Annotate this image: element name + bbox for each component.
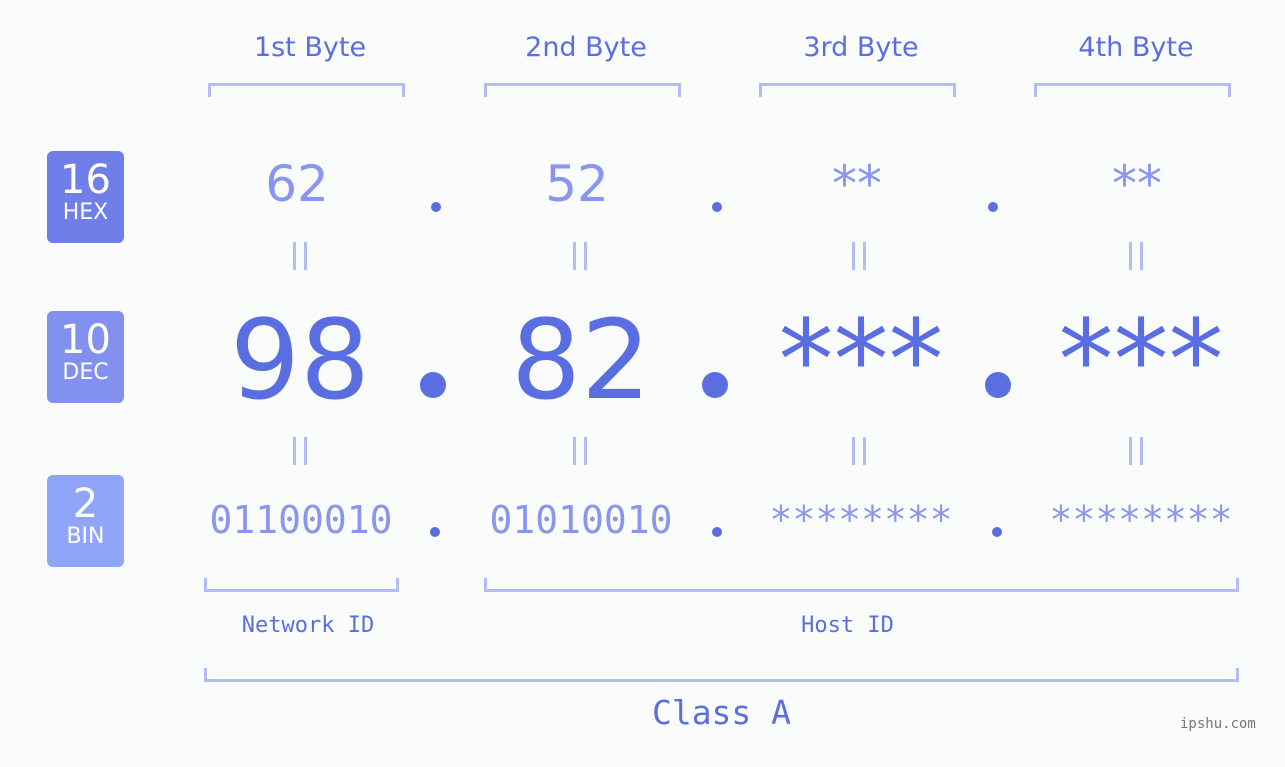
byte-header-2: 2nd Byte (525, 32, 647, 63)
dec-badge: 10 DEC (47, 311, 124, 403)
dec-byte-1: 98 (230, 296, 370, 424)
equals-sign (480, 238, 680, 279)
hex-badge: 16 HEX (47, 151, 124, 243)
equals-sign (1036, 238, 1236, 279)
hex-separator-dot (431, 202, 441, 212)
dec-separator-dot (420, 372, 446, 398)
dec-byte-2: 82 (511, 296, 651, 424)
bin-separator-dot (712, 527, 722, 537)
equals-sign (480, 433, 680, 474)
hex-byte-4: ** (1112, 155, 1162, 213)
hex-base-number: 16 (60, 157, 111, 203)
dec-separator-dot (985, 372, 1011, 398)
byte-header-3: 3rd Byte (803, 32, 919, 63)
byte-bracket-2 (484, 83, 681, 97)
byte-header-1: 1st Byte (253, 32, 367, 63)
class-label: Class A (651, 693, 792, 732)
byte-bracket-4 (1034, 83, 1231, 97)
watermark: ipshu.com (1180, 716, 1256, 732)
bin-byte-1: 01100010 (209, 498, 393, 542)
network-id-label: Network ID (241, 613, 375, 638)
equals-sign (1036, 433, 1236, 474)
bin-byte-3: ******** (769, 498, 953, 542)
bin-separator-dot (430, 527, 440, 537)
bin-separator-dot (992, 527, 1002, 537)
dec-byte-3: *** (778, 296, 944, 424)
equals-sign (200, 433, 400, 474)
dec-base-label: DEC (62, 360, 109, 385)
bin-base-number: 2 (72, 481, 99, 527)
host-id-label: Host ID (801, 613, 894, 638)
bin-base-label: BIN (66, 524, 105, 549)
bin-byte-4: ******** (1049, 498, 1233, 542)
bin-byte-2: 01010010 (489, 498, 673, 542)
byte-bracket-3 (759, 83, 956, 97)
byte-bracket-1 (208, 83, 405, 97)
class-bracket (204, 668, 1239, 682)
byte-header-4: 4th Byte (1078, 32, 1194, 63)
equals-sign (200, 238, 400, 279)
hex-byte-1: 62 (265, 155, 329, 213)
dec-separator-dot (702, 372, 728, 398)
hex-separator-dot (712, 202, 722, 212)
dec-byte-4: *** (1058, 296, 1224, 424)
hex-byte-3: ** (832, 155, 882, 213)
network-id-bracket (204, 578, 399, 592)
equals-sign (759, 238, 959, 279)
dec-base-number: 10 (60, 317, 111, 363)
bin-badge: 2 BIN (47, 475, 124, 567)
hex-separator-dot (988, 202, 998, 212)
hex-base-label: HEX (62, 200, 109, 225)
equals-sign (759, 433, 959, 474)
hex-byte-2: 52 (545, 155, 609, 213)
host-id-bracket (484, 578, 1239, 592)
